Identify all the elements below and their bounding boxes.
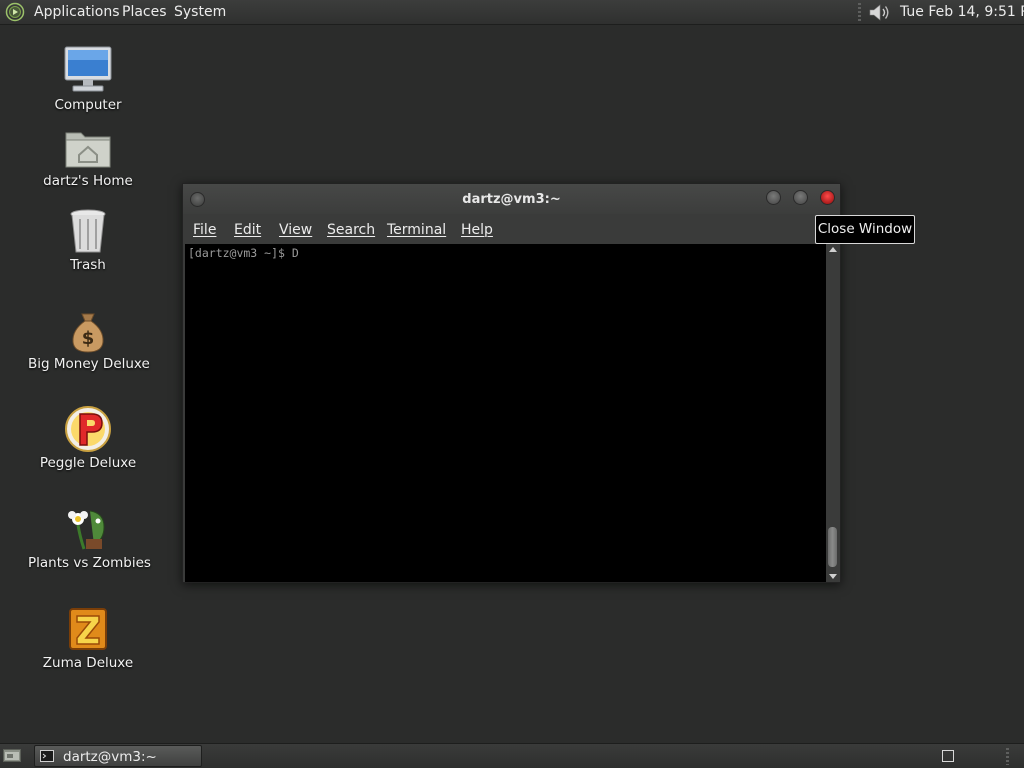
desktop-icon-home[interactable]: dartz's Home [28, 127, 148, 189]
scroll-down-arrow-icon[interactable] [829, 574, 837, 579]
maximize-button[interactable] [793, 190, 808, 205]
close-button[interactable] [820, 190, 835, 205]
show-desktop-icon[interactable] [3, 748, 21, 763]
menu-help[interactable]: Help [461, 222, 493, 238]
close-window-tooltip: Close Window [815, 215, 915, 244]
workspace-1[interactable] [942, 750, 954, 762]
distro-logo-icon[interactable] [5, 2, 25, 22]
peggle-icon [65, 406, 111, 452]
computer-icon [64, 46, 112, 92]
terminal-output[interactable]: [dartz@vm3 ~]$ D [185, 244, 826, 582]
menu-bar: File Edit View Search Terminal Help [183, 214, 840, 244]
home-folder-icon [65, 132, 111, 168]
plants-vs-zombies-icon [68, 510, 105, 550]
desktop-icon-label: dartz's Home [43, 173, 133, 189]
menu-file[interactable]: File [193, 222, 216, 238]
desktop-icon-label: Big Money Deluxe [28, 356, 150, 372]
desktop-icon-label: Peggle Deluxe [39, 455, 137, 471]
desktop-icon-plants-vs-zombies[interactable]: Plants vs Zombies [28, 505, 151, 571]
terminal-icon [40, 750, 54, 762]
desktop-icon-computer[interactable]: Computer [28, 45, 148, 113]
desktop-icon-label: Computer [54, 97, 122, 113]
desktop-icon-big-money[interactable]: $ Big Money Deluxe [28, 310, 150, 372]
trash-icon [70, 209, 106, 253]
taskbar-button-terminal[interactable]: dartz@vm3:~ [34, 745, 202, 767]
desktop-icon-trash[interactable]: Trash [28, 207, 148, 273]
desktop-icon-zuma[interactable]: Zuma Deluxe [28, 605, 148, 671]
menu-terminal[interactable]: Terminal [387, 222, 446, 238]
menu-view[interactable]: View [279, 222, 312, 238]
scroll-up-arrow-icon[interactable] [829, 247, 837, 252]
desktop-icon-label: Zuma Deluxe [42, 655, 134, 671]
applications-menu[interactable]: Applications [34, 4, 120, 20]
menu-search[interactable]: Search [327, 222, 375, 238]
minimize-button[interactable] [766, 190, 781, 205]
system-menu[interactable]: System [174, 4, 226, 20]
prompt-line: [dartz@vm3 ~]$ D [188, 246, 299, 260]
taskbar-button-label: dartz@vm3:~ [63, 749, 157, 765]
menu-edit[interactable]: Edit [234, 222, 261, 238]
desktop-icon-label: Plants vs Zombies [28, 555, 151, 571]
terminal-window: dartz@vm3:~ File Edit View Search Termin… [182, 183, 841, 583]
top-panel: Applications Places System Tue Feb 14, 9… [0, 0, 1024, 25]
title-bar[interactable]: dartz@vm3:~ [183, 184, 840, 214]
window-title: dartz@vm3:~ [462, 192, 561, 207]
desktop-icon-peggle[interactable]: Peggle Deluxe [28, 405, 148, 471]
panel-separator [1006, 748, 1009, 765]
bottom-panel: dartz@vm3:~ [0, 743, 1024, 768]
panel-separator [858, 3, 861, 22]
volume-icon[interactable] [868, 2, 892, 23]
vertical-scrollbar[interactable] [826, 244, 839, 582]
clock[interactable]: Tue Feb 14, 9:51 PM [900, 4, 1024, 20]
zuma-icon [69, 608, 107, 650]
places-menu[interactable]: Places [122, 4, 167, 20]
desktop-icon-label: Trash [70, 257, 106, 273]
money-bag-icon: $ [72, 313, 104, 353]
scrollbar-thumb[interactable] [828, 527, 837, 567]
svg-text:$: $ [82, 328, 95, 349]
